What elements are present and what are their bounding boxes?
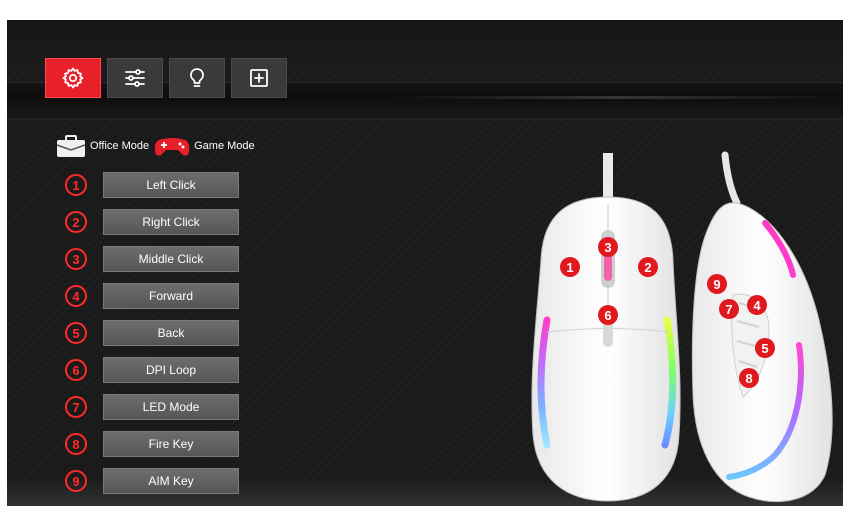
marker-label: 2 [644, 260, 651, 275]
key-row: 9 AIM Key [65, 466, 255, 496]
marker-label: 7 [725, 302, 732, 317]
key-assign-button[interactable]: AIM Key [103, 468, 239, 494]
key-row: 2 Right Click [65, 207, 255, 237]
key-assign-button[interactable]: Right Click [103, 209, 239, 235]
key-number: 3 [65, 248, 87, 270]
key-assign-button[interactable]: Left Click [103, 172, 239, 198]
game-mode-label: Game Mode [194, 140, 255, 152]
app-window: Office Mode Game Mode 1 Left Click 2 Rig… [7, 20, 843, 506]
key-row: 3 Middle Click [65, 244, 255, 274]
key-assign-button[interactable]: DPI Loop [103, 357, 239, 383]
marker-label: 5 [761, 341, 768, 356]
macro-plus-icon [250, 69, 268, 87]
gamepad-icon [154, 138, 190, 156]
key-number: 1 [65, 174, 87, 196]
key-assign-button[interactable]: Fire Key [103, 431, 239, 457]
key-assign-button[interactable]: Middle Click [103, 246, 239, 272]
key-row: 5 Back [65, 318, 255, 348]
marker-label: 6 [604, 308, 611, 323]
tab-button-adjust[interactable] [107, 58, 163, 98]
sliders-icon [125, 69, 145, 87]
key-number: 4 [65, 285, 87, 307]
decorative-streak [386, 96, 843, 99]
key-assign-button[interactable]: Forward [103, 283, 239, 309]
key-number: 5 [65, 322, 87, 344]
key-row: 8 Fire Key [65, 429, 255, 459]
tab-button-settings[interactable] [45, 58, 101, 98]
key-row: 1 Left Click [65, 170, 255, 200]
game-mode-option[interactable]: Game Mode [153, 134, 259, 158]
marker-label: 1 [566, 260, 573, 275]
mouse-cable [721, 151, 741, 207]
key-row: 4 Forward [65, 281, 255, 311]
tab-button-lighting[interactable] [169, 58, 225, 98]
briefcase-icon [56, 135, 86, 157]
key-number: 9 [65, 470, 87, 492]
tab-button-macro[interactable] [231, 58, 287, 98]
office-mode-option[interactable]: Office Mode [55, 134, 153, 158]
toolbar [45, 58, 287, 98]
gear-icon [62, 67, 84, 89]
mouse-top-view: 1 2 3 6 [531, 153, 681, 502]
mouse-side-view: 9 7 4 5 8 [691, 151, 833, 503]
key-number: 2 [65, 211, 87, 233]
key-number: 7 [65, 396, 87, 418]
marker-label: 9 [713, 277, 720, 292]
mode-selector: Office Mode Game Mode [55, 134, 259, 158]
marker-label: 8 [745, 371, 752, 386]
key-row: 6 DPI Loop [65, 355, 255, 385]
key-assign-button[interactable]: Back [103, 320, 239, 346]
key-number: 6 [65, 359, 87, 381]
marker-label: 3 [604, 240, 611, 255]
lightbulb-icon [190, 68, 204, 87]
key-row: 7 LED Mode [65, 392, 255, 422]
key-assign-button[interactable]: LED Mode [103, 394, 239, 420]
mouse-illustration: 1 2 3 6 9 7 4 5 8 [531, 151, 833, 503]
office-mode-label: Office Mode [90, 140, 150, 152]
mouse-cable [603, 153, 613, 199]
marker-label: 4 [753, 298, 761, 313]
key-number: 8 [65, 433, 87, 455]
